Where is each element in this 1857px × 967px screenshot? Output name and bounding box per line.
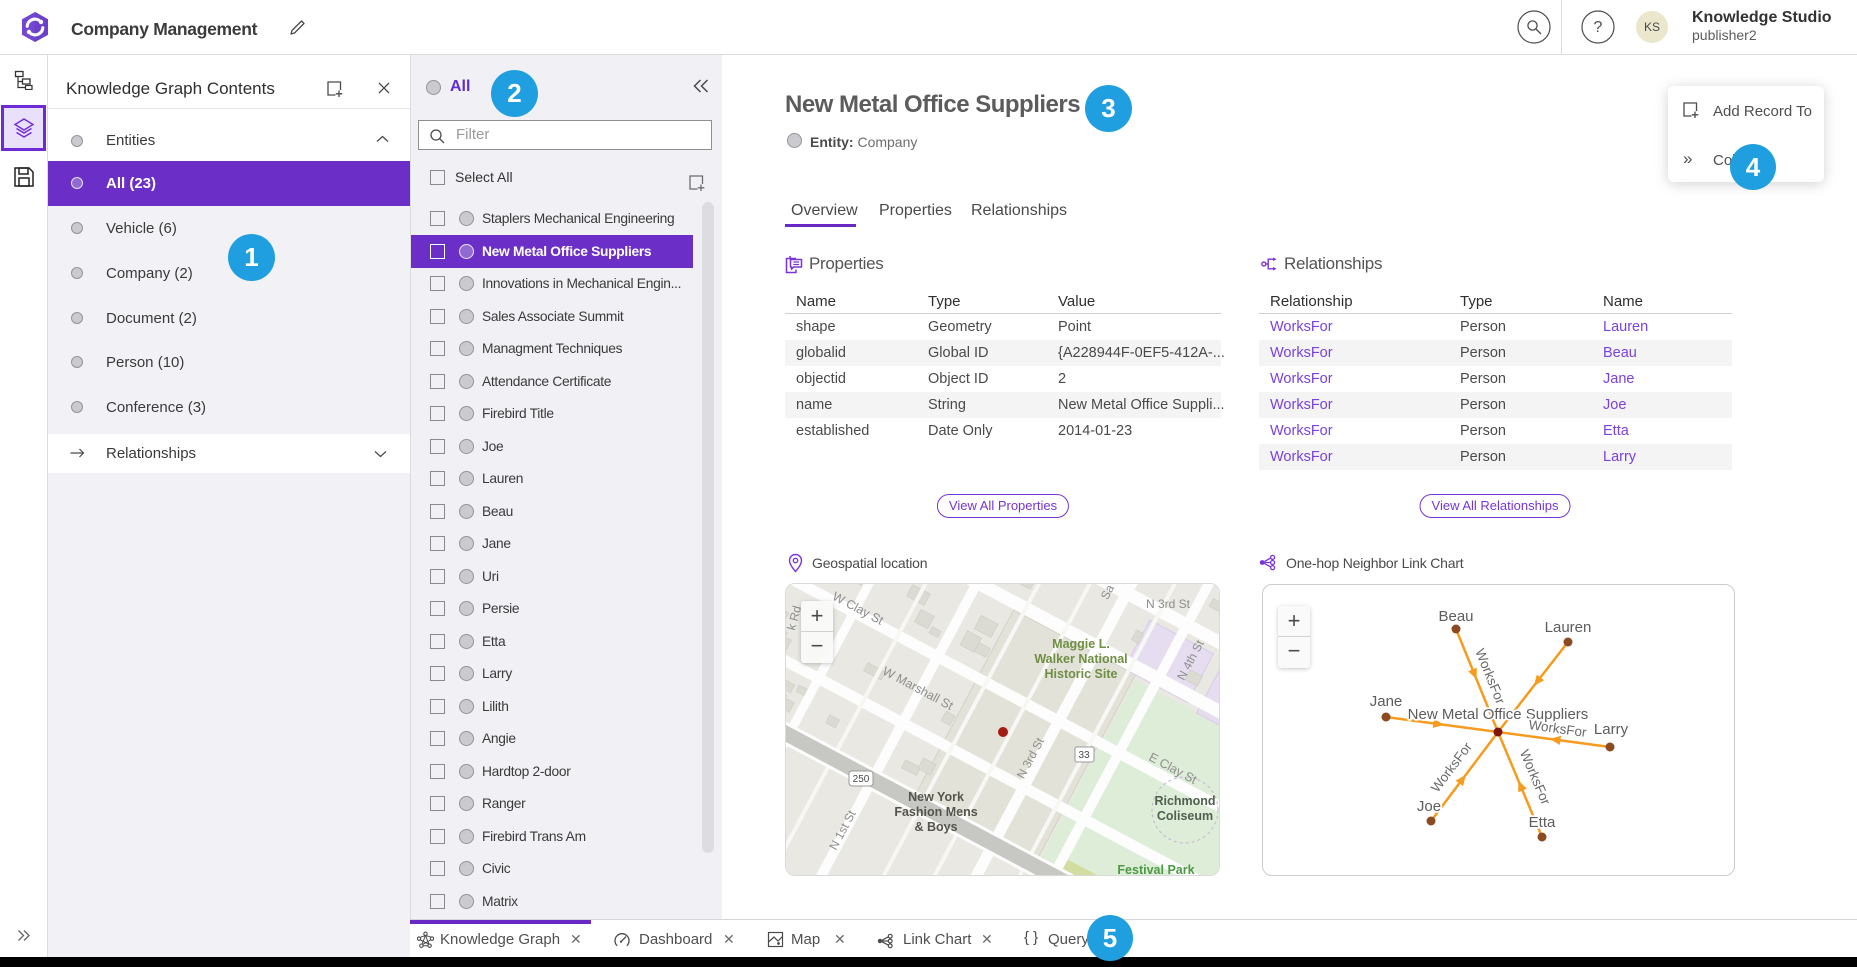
svg-text:Coliseum: Coliseum (1157, 809, 1213, 823)
svg-text:Beau: Beau (1438, 608, 1473, 625)
svg-text:WorksFor: WorksFor (1472, 646, 1508, 706)
svg-text:33: 33 (1078, 750, 1090, 761)
svg-text:WorksFor: WorksFor (1517, 747, 1554, 807)
svg-text:Larry: Larry (1594, 721, 1629, 738)
svg-text:Festival Park: Festival Park (1117, 863, 1194, 876)
svg-text:Etta: Etta (1529, 814, 1556, 831)
svg-text:New York: New York (908, 790, 964, 804)
svg-text:Joe: Joe (1417, 798, 1441, 815)
svg-text:?: ? (1594, 19, 1603, 36)
svg-text:250: 250 (853, 774, 870, 785)
svg-text:& Boys: & Boys (914, 820, 957, 834)
svg-text:Fashion Mens: Fashion Mens (894, 805, 977, 819)
svg-text:Jane: Jane (1370, 693, 1403, 710)
svg-text:New Metal Office Suppliers: New Metal Office Suppliers (1408, 706, 1589, 723)
svg-text:Walker National: Walker National (1034, 652, 1127, 666)
svg-text:Lauren: Lauren (1545, 619, 1592, 636)
svg-text:Maggie L.: Maggie L. (1052, 637, 1110, 651)
svg-text:N 3rd St: N 3rd St (1146, 597, 1191, 611)
svg-text:Historic Site: Historic Site (1045, 667, 1118, 681)
svg-text:WorksFor: WorksFor (1428, 739, 1475, 795)
svg-text:Richmond: Richmond (1154, 794, 1215, 808)
